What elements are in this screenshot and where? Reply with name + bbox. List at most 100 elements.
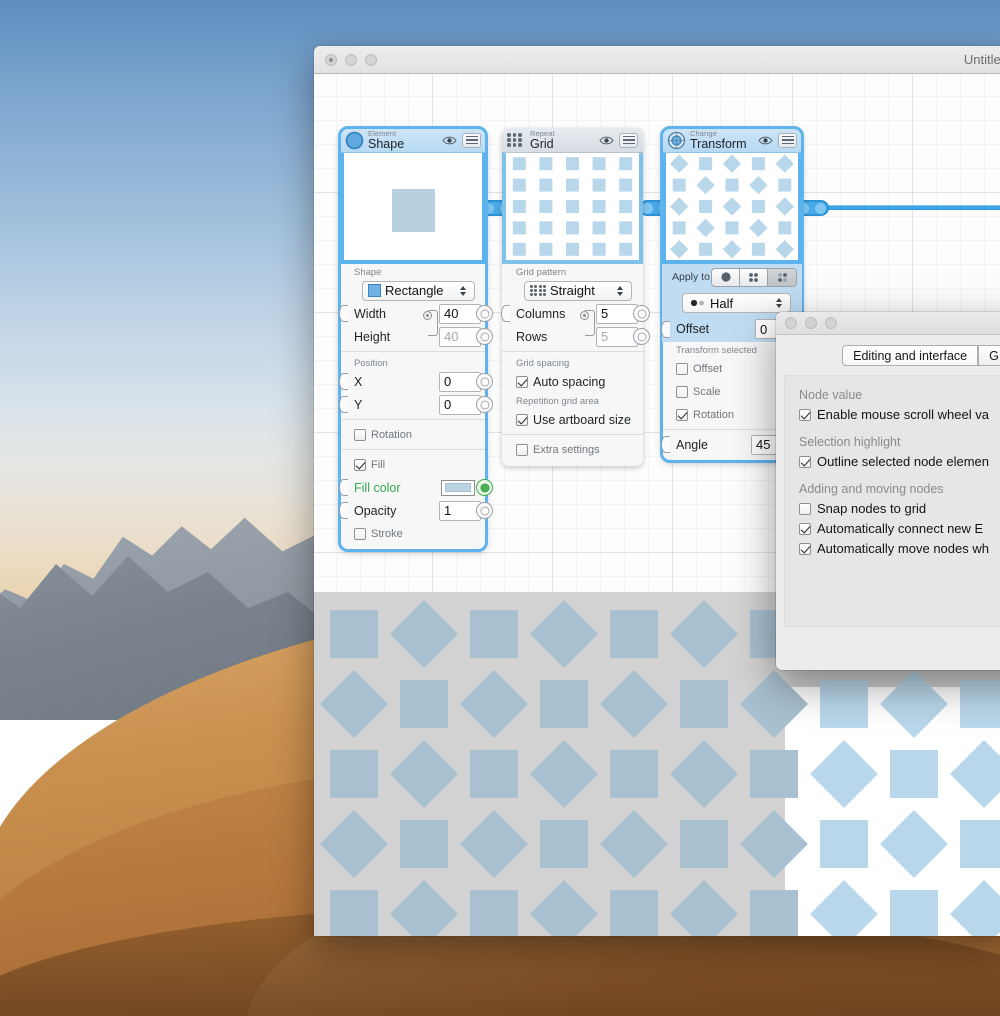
node-grid[interactable]: Repeat Grid Grid pattern Straight Column… [501, 128, 650, 466]
columns-output-port[interactable] [633, 305, 650, 322]
eye-icon[interactable] [442, 135, 457, 146]
segment-half-dots-icon[interactable] [768, 268, 796, 286]
node-header-buttons[interactable] [442, 132, 481, 148]
use-artboard-checkbox[interactable] [516, 413, 528, 426]
checkbox[interactable] [799, 522, 811, 535]
segment-four-dots-icon[interactable] [740, 268, 768, 286]
y-row[interactable]: Y 0 [339, 393, 493, 416]
auto-spacing-row[interactable]: Auto spacing [502, 370, 643, 393]
checkbox[interactable] [799, 408, 811, 421]
hamburger-menu-icon[interactable] [462, 132, 481, 148]
node-kind-label: Element [368, 129, 397, 138]
width-input-port[interactable] [339, 305, 348, 322]
preferences-tabs[interactable]: Editing and interface G [776, 345, 1000, 366]
grid-pattern-row[interactable]: Straight [502, 279, 643, 302]
hamburger-menu-icon[interactable] [619, 132, 638, 148]
eye-icon[interactable] [599, 135, 614, 146]
node-header-buttons[interactable] [599, 132, 638, 148]
x-input[interactable]: 0 [439, 371, 481, 392]
stroke-checkbox[interactable] [354, 527, 366, 540]
eye-icon[interactable] [758, 135, 773, 146]
columns-input[interactable]: 5 [596, 303, 638, 324]
pref-auto-move-nodes[interactable]: Automatically move nodes wh [799, 541, 1000, 556]
height-input[interactable]: 40 [439, 326, 481, 347]
rotation-row[interactable]: Rotation [340, 423, 486, 446]
traffic-light-buttons[interactable] [314, 53, 377, 66]
prefs-zoom-button[interactable] [825, 317, 837, 329]
extra-settings-checkbox[interactable] [516, 443, 528, 456]
node-header-buttons[interactable] [758, 132, 797, 148]
rotation-checkbox[interactable] [354, 428, 366, 441]
prefs-close-button[interactable] [785, 317, 797, 329]
t-scale-checkbox[interactable] [676, 385, 688, 398]
shape-type-row[interactable]: Rectangle [340, 279, 486, 302]
checkbox[interactable] [799, 542, 811, 555]
y-input-port[interactable] [339, 396, 348, 413]
stroke-row[interactable]: Stroke [340, 522, 486, 545]
pref-label: Automatically move nodes wh [817, 541, 989, 556]
shape-type-popup[interactable]: Rectangle [362, 280, 475, 301]
height-row[interactable]: Height 40 [340, 325, 493, 348]
pref-auto-connect-new-elements[interactable]: Automatically connect new E [799, 521, 1000, 536]
opacity-row[interactable]: Opacity 1 [339, 499, 493, 522]
opacity-input-port[interactable] [339, 502, 348, 519]
auto-spacing-label: Auto spacing [533, 374, 606, 389]
height-output-port[interactable] [476, 328, 493, 345]
width-output-port[interactable] [476, 305, 493, 322]
pref-enable-mouse-scroll-wheel[interactable]: Enable mouse scroll wheel va [799, 407, 1000, 422]
node-name-label: Shape [368, 137, 405, 151]
t-offset-checkbox[interactable] [676, 362, 688, 375]
apply-to-row[interactable]: Apply to [662, 264, 802, 290]
rows-input[interactable]: 5 [596, 326, 638, 347]
zoom-button[interactable] [365, 53, 377, 66]
auto-spacing-checkbox[interactable] [516, 375, 528, 388]
pref-snap-nodes-to-grid[interactable]: Snap nodes to grid [799, 501, 1000, 516]
fill-color-swatch[interactable] [441, 479, 475, 496]
opacity-input[interactable]: 1 [439, 500, 481, 521]
width-input[interactable]: 40 [439, 303, 481, 324]
angle-input-port[interactable] [661, 436, 670, 453]
t-rotation-checkbox[interactable] [676, 408, 688, 421]
columns-input-port[interactable] [501, 305, 510, 322]
y-output-port[interactable] [476, 396, 493, 413]
rows-output-port[interactable] [633, 328, 650, 345]
pref-group-label: Adding and moving nodes [799, 482, 944, 496]
width-row[interactable]: Width 40 [339, 302, 493, 336]
apply-to-segmented-control[interactable] [711, 267, 797, 287]
node-shape-header[interactable]: Element Shape [340, 128, 486, 153]
fill-color-row[interactable]: Fill color [339, 476, 493, 499]
pref-group-selection-highlight: Selection highlight Outline selected nod… [799, 435, 1000, 469]
checkbox[interactable] [799, 455, 811, 468]
y-input[interactable]: 0 [439, 394, 481, 415]
fill-checkbox[interactable] [354, 458, 366, 471]
fill-color-input-port[interactable] [339, 479, 348, 496]
divider [340, 449, 486, 450]
rows-row[interactable]: Rows 5 [502, 325, 650, 348]
node-transform-header[interactable]: Change Transform [662, 128, 802, 153]
grid-pattern-popup[interactable]: Straight [524, 280, 632, 301]
use-artboard-row[interactable]: Use artboard size [502, 408, 643, 431]
columns-row[interactable]: Columns 5 [501, 302, 650, 336]
checkbox[interactable] [799, 502, 811, 515]
opacity-output-port[interactable] [476, 502, 493, 519]
segment-all-dot-icon[interactable] [712, 268, 740, 286]
fill-color-output-port[interactable] [476, 479, 493, 496]
tab-editing-and-interface[interactable]: Editing and interface [842, 345, 979, 366]
x-output-port[interactable] [476, 373, 493, 390]
node-transform-titles: Change Transform [690, 130, 758, 151]
node-shape[interactable]: Element Shape Shape Rectangle Width 40 H… [338, 126, 493, 552]
tab-general[interactable]: G [978, 345, 1000, 366]
pref-outline-selected-node-elements[interactable]: Outline selected node elemen [799, 454, 1000, 469]
selection-mode-popup[interactable]: Half [682, 293, 791, 313]
preferences-dialog[interactable]: Editing and interface G Node value Enabl… [776, 312, 1000, 670]
node-grid-header[interactable]: Repeat Grid [502, 128, 643, 153]
extra-settings-row[interactable]: Extra settings [502, 438, 643, 461]
x-input-port[interactable] [339, 373, 348, 390]
prefs-minimize-button[interactable] [805, 317, 817, 329]
minimize-button[interactable] [345, 53, 357, 66]
fill-row[interactable]: Fill [340, 453, 486, 476]
x-row[interactable]: X 0 [339, 370, 493, 393]
offset-input-port[interactable] [661, 321, 670, 338]
close-button[interactable] [325, 53, 337, 66]
hamburger-menu-icon[interactable] [778, 132, 797, 148]
